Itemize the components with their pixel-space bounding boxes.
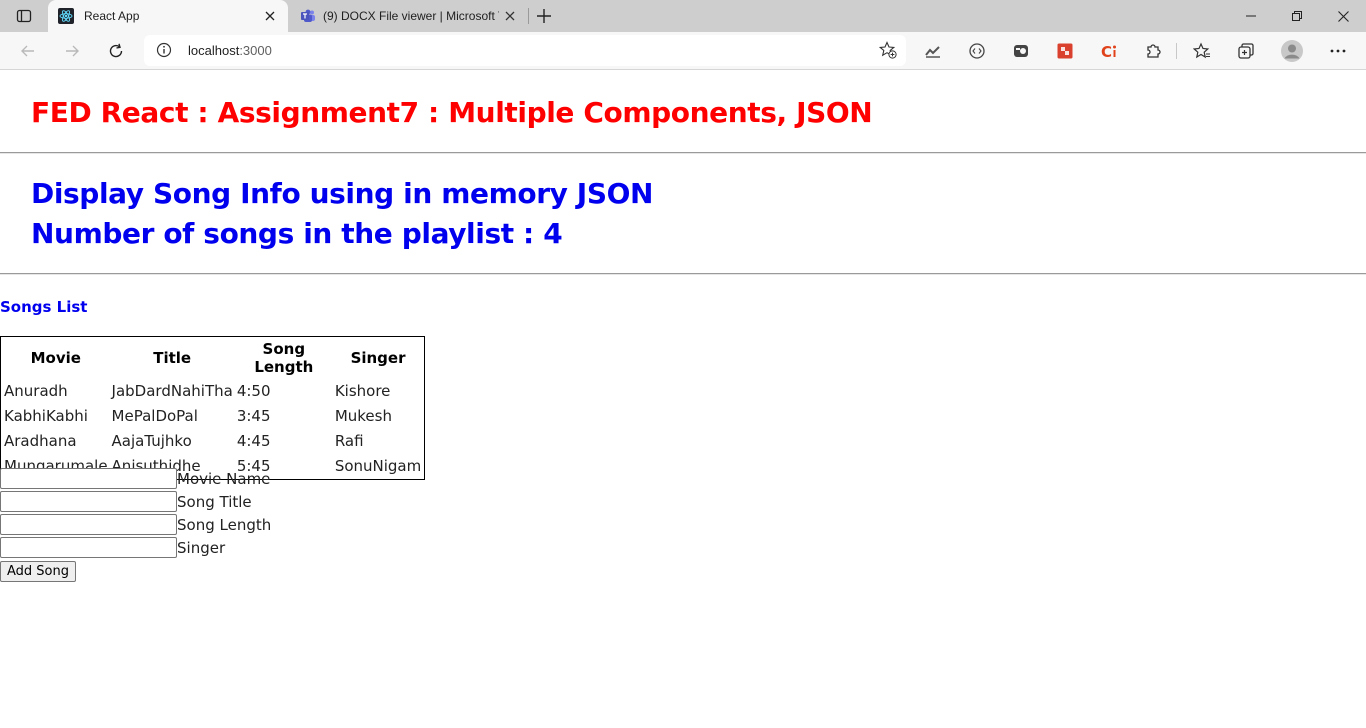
collections-icon — [1238, 43, 1254, 59]
favorites-button[interactable] — [1187, 36, 1217, 66]
cell-song-length: 4:45 — [236, 431, 271, 450]
table-header-row: Movie Title Song Length Singer — [3, 339, 422, 377]
songs-table: Movie Title Song Length Singer Anuradh J… — [0, 336, 426, 480]
divider — [0, 152, 1366, 154]
cell-song-length: 3:45 — [236, 406, 271, 425]
song-title-input[interactable] — [0, 491, 177, 512]
forward-arrow-icon — [66, 45, 79, 57]
songs-list-label: Songs List — [0, 298, 88, 316]
form-row-length: Song Length — [0, 513, 271, 536]
collections-extension-icon — [1014, 45, 1028, 57]
extension-button[interactable] — [962, 36, 992, 66]
close-tab-icon[interactable] — [502, 8, 518, 24]
extension-button[interactable] — [1006, 36, 1036, 66]
cell-singer: SonuNigam — [334, 456, 422, 475]
movie-name-input[interactable] — [0, 468, 177, 489]
react-icon — [58, 8, 74, 24]
add-song-form: Movie Name Song Title Song Length Singer… — [0, 467, 271, 582]
column-header-title: Title — [153, 349, 192, 367]
song-count-heading: Number of songs in the playlist : 4 — [31, 217, 563, 250]
restore-icon — [1292, 11, 1302, 21]
song-length-label: Song Length — [177, 515, 272, 534]
extensions-puzzle-icon — [1147, 44, 1161, 58]
svg-text:C: C — [1101, 43, 1112, 60]
url-port: :3000 — [239, 43, 272, 58]
restore-button[interactable] — [1274, 0, 1320, 32]
tab-strip: React App (9) DOCX File viewer | Microso… — [0, 0, 1366, 32]
form-row-movie: Movie Name — [0, 467, 271, 490]
cell-movie: Anuradh — [4, 381, 68, 400]
collections-button[interactable] — [1231, 36, 1261, 66]
profile-button[interactable] — [1277, 36, 1307, 66]
tab-title: (9) DOCX File viewer | Microsoft T — [323, 9, 499, 23]
url-host: localhost — [188, 43, 240, 58]
tab-react-app[interactable]: React App — [48, 0, 288, 32]
main-heading: FED React : Assignment7 : Multiple Compo… — [31, 96, 873, 129]
forward-button[interactable] — [57, 36, 87, 66]
cs-extension-icon: C — [1101, 43, 1116, 60]
tab-actions-icon — [16, 9, 32, 23]
add-favorite-icon[interactable] — [878, 40, 898, 60]
browser-toolbar: localhost:3000 C — [0, 32, 1366, 70]
teams-icon — [301, 9, 315, 22]
minimize-button[interactable] — [1228, 0, 1274, 32]
song-length-input[interactable] — [0, 514, 177, 535]
new-tab-button[interactable] — [532, 4, 556, 28]
settings-menu-button[interactable] — [1323, 36, 1353, 66]
extension-button[interactable] — [918, 36, 948, 66]
singer-input[interactable] — [0, 537, 177, 558]
singer-label: Singer — [177, 538, 226, 557]
cell-title: MePalDoPal — [111, 406, 198, 425]
movie-name-label: Movie Name — [177, 469, 271, 488]
extensions-button[interactable] — [1138, 36, 1168, 66]
minimize-icon — [1246, 15, 1256, 17]
cell-movie: Aradhana — [4, 431, 77, 450]
favorites-star-icon — [1193, 42, 1210, 59]
back-button[interactable] — [13, 36, 43, 66]
cell-song-length: 4:50 — [236, 381, 271, 400]
tab-separator — [528, 8, 529, 24]
song-title-label: Song Title — [177, 492, 252, 511]
refresh-button[interactable] — [101, 36, 131, 66]
tab-actions-button[interactable] — [8, 4, 40, 28]
code-extension-icon — [969, 43, 985, 59]
table-row: Anuradh JabDardNahiTha 4:50 Kishore — [3, 379, 422, 402]
site-info-icon[interactable] — [156, 42, 172, 58]
cell-singer: Rafi — [334, 431, 364, 450]
url-text: localhost:3000 — [188, 43, 272, 58]
tab-docx-viewer[interactable]: (9) DOCX File viewer | Microsoft T — [290, 0, 528, 32]
chart-extension-icon — [925, 46, 940, 58]
column-header-movie: Movie — [30, 349, 81, 367]
avatar-icon — [1281, 40, 1303, 62]
close-tab-icon[interactable] — [262, 8, 278, 24]
close-window-button[interactable] — [1320, 0, 1366, 32]
page-content: FED React : Assignment7 : Multiple Compo… — [0, 71, 1366, 728]
divider — [0, 273, 1366, 275]
add-song-button[interactable]: Add Song — [0, 561, 76, 582]
form-row-title: Song Title — [0, 490, 271, 513]
toolbar-separator — [1176, 43, 1177, 59]
close-icon — [1337, 10, 1349, 22]
column-header-singer: Singer — [350, 349, 406, 367]
tab-title: React App — [84, 9, 140, 23]
form-row-singer: Singer — [0, 536, 271, 559]
cell-singer: Mukesh — [334, 406, 392, 425]
table-row: Aradhana AajaTujhko 4:45 Rafi — [3, 429, 422, 452]
cell-title: JabDardNahiTha — [111, 381, 233, 400]
cell-movie: KabhiKabhi — [4, 406, 88, 425]
table-row: KabhiKabhi MePalDoPal 3:45 Mukesh — [3, 404, 422, 427]
refresh-icon — [109, 43, 123, 58]
address-bar[interactable]: localhost:3000 — [144, 35, 906, 66]
plus-icon — [537, 9, 551, 23]
cell-singer: Kishore — [334, 381, 391, 400]
cell-title: AajaTujhko — [111, 431, 192, 450]
puzzle-red-extension-icon — [1057, 43, 1073, 59]
more-dots-icon — [1330, 49, 1346, 53]
back-arrow-icon — [21, 45, 34, 57]
extension-button[interactable] — [1050, 36, 1080, 66]
extension-button[interactable]: C — [1094, 36, 1124, 66]
column-header-song-length: Song Length — [254, 340, 314, 376]
sub-heading-title: Display Song Info using in memory JSON — [31, 177, 654, 210]
